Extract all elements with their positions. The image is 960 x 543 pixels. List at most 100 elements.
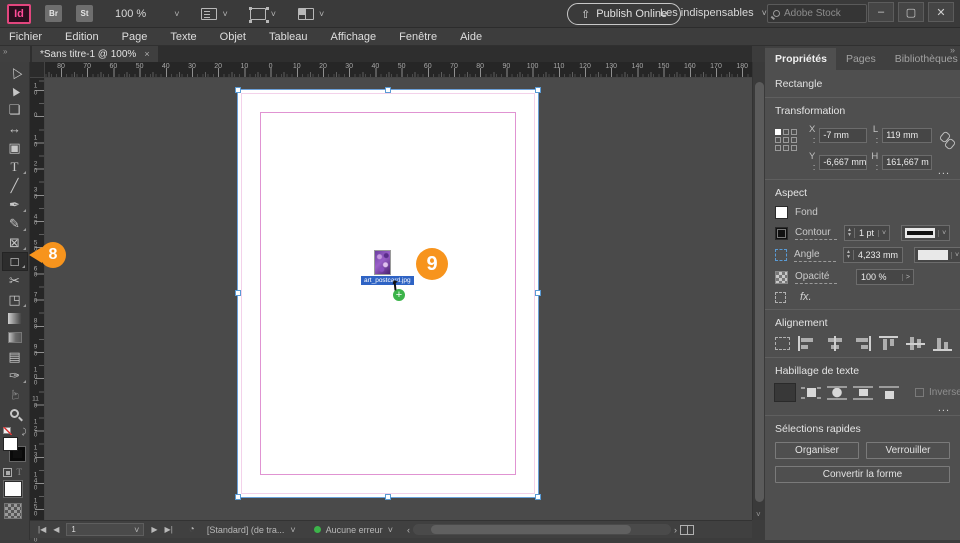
- wrap-jump-column-icon[interactable]: [879, 384, 899, 401]
- selection-handle[interactable]: [235, 87, 241, 93]
- wrap-bounding-box-icon[interactable]: [801, 384, 821, 401]
- panel-collapse-icon[interactable]: »: [950, 45, 955, 55]
- convertir-la-forme-button[interactable]: Convertir la forme: [775, 466, 950, 483]
- proxy-cell[interactable]: [775, 129, 781, 135]
- document-tab[interactable]: *Sans titre-1 @ 100% ×: [32, 46, 158, 62]
- proxy-cell[interactable]: [791, 145, 797, 151]
- pasteboard[interactable]: art_postcard.jpg + 9: [45, 78, 752, 520]
- proxy-cell[interactable]: [791, 137, 797, 143]
- selection-handle[interactable]: [235, 290, 241, 296]
- hand-tool-icon[interactable]: ☞: [2, 385, 28, 404]
- stroke-style-dropdown[interactable]: ˅: [901, 225, 951, 241]
- selection-area-icon[interactable]: [775, 337, 790, 350]
- adobe-stock-search[interactable]: Adobe Stock: [767, 4, 867, 23]
- scroll-down-icon[interactable]: ˅: [756, 510, 761, 519]
- menu-objet[interactable]: Objet: [220, 31, 246, 43]
- inverser-checkbox[interactable]: Inverser: [915, 387, 960, 398]
- selection-handle[interactable]: [385, 494, 391, 500]
- frame-edges-dropdown[interactable]: ˅: [248, 6, 276, 20]
- horizontal-scrollbar-track[interactable]: [412, 524, 671, 535]
- zoom-level-dropdown[interactable]: 100 % ˅: [115, 8, 179, 20]
- free-transform-tool-icon[interactable]: ◳: [2, 290, 28, 309]
- eyedropper-tool-icon[interactable]: ✑: [2, 366, 28, 385]
- workspace-switcher[interactable]: Les indispensables ˅: [660, 7, 767, 19]
- page-tool-icon[interactable]: ❏: [2, 100, 28, 119]
- verrouiller-button[interactable]: Verrouiller: [866, 442, 950, 459]
- preflight-profile-dropdown[interactable]: [Standard] (de tra... ˅: [207, 525, 296, 535]
- proxy-cell[interactable]: [775, 145, 781, 151]
- panel-tab-pages[interactable]: Pages: [836, 48, 885, 70]
- stroke-color-swatch[interactable]: [775, 226, 788, 240]
- stepper-arrows-icon[interactable]: ▲ ▼: [844, 250, 854, 260]
- reference-point-proxy[interactable]: [775, 129, 797, 173]
- align-center-vertical-icon[interactable]: [906, 336, 925, 351]
- preflight-icon[interactable]: ◔: [189, 524, 195, 535]
- menu-affichage[interactable]: Affichage: [331, 31, 377, 43]
- wrap-object-shape-icon[interactable]: [827, 384, 847, 401]
- apply-color-button[interactable]: [2, 480, 23, 498]
- previous-page-button[interactable]: ◀: [53, 525, 59, 534]
- toolbar-collapse-icon[interactable]: »: [0, 46, 30, 62]
- menu-fichier[interactable]: Fichier: [9, 31, 42, 43]
- wrap-jump-object-icon[interactable]: [853, 384, 873, 401]
- bridge-button[interactable]: Br: [45, 5, 62, 22]
- document-page[interactable]: [237, 89, 539, 498]
- transformation-more-options[interactable]: ...: [938, 165, 950, 177]
- formatting-affects-container-icon[interactable]: [2, 467, 12, 477]
- maximize-button[interactable]: ▢: [898, 2, 924, 22]
- menu-texte[interactable]: Texte: [170, 31, 196, 43]
- align-bottom-icon[interactable]: [933, 336, 952, 351]
- gap-tool-icon[interactable]: ↔: [2, 119, 28, 138]
- stroke-weight-stepper[interactable]: ▲ ▼ 1 pt ˅: [844, 225, 891, 241]
- swap-fill-stroke-icon[interactable]: ⤸: [22, 427, 27, 437]
- opacity-field[interactable]: 100 % >: [856, 269, 914, 285]
- ruler-origin-corner[interactable]: [30, 62, 45, 78]
- selection-handle[interactable]: [385, 87, 391, 93]
- chevron-down-icon[interactable]: ˅: [877, 229, 889, 237]
- menu-tableau[interactable]: Tableau: [269, 31, 308, 43]
- fill-swatch[interactable]: [2, 437, 18, 451]
- proxy-cell[interactable]: [783, 129, 789, 135]
- organiser-button[interactable]: Organiser: [775, 442, 859, 459]
- scroll-left-icon[interactable]: ‹: [407, 525, 410, 535]
- type-tool-icon[interactable]: T: [2, 157, 28, 176]
- note-tool-icon[interactable]: ▤: [2, 347, 28, 366]
- selection-handle[interactable]: [535, 290, 541, 296]
- effects-fx-icon[interactable]: fx.: [800, 291, 812, 303]
- gradient-feather-tool-icon[interactable]: [2, 328, 28, 347]
- default-swatches-icon[interactable]: [2, 427, 12, 435]
- error-status[interactable]: Aucune erreur ˅: [313, 525, 393, 535]
- corner-radius-stepper[interactable]: ▲ ▼ 4,233 mm: [843, 247, 903, 263]
- proxy-cell[interactable]: [783, 145, 789, 151]
- width-field[interactable]: 119 mm: [882, 127, 933, 143]
- selection-handle[interactable]: [535, 87, 541, 93]
- horizontal-scrollbar-thumb[interactable]: [430, 525, 631, 534]
- align-left-icon[interactable]: [798, 336, 817, 351]
- next-page-button[interactable]: ▶: [151, 525, 157, 534]
- vertical-scrollbar-thumb[interactable]: [755, 82, 764, 502]
- vertical-scrollbar[interactable]: ˅: [752, 62, 765, 520]
- align-top-icon[interactable]: [879, 336, 898, 351]
- align-center-horizontal-icon[interactable]: [825, 336, 844, 351]
- placed-image-thumbnail[interactable]: [374, 250, 391, 275]
- first-page-button[interactable]: |◀: [38, 525, 46, 534]
- menu-aide[interactable]: Aide: [460, 31, 482, 43]
- view-options-dropdown[interactable]: ˅: [201, 7, 228, 20]
- stroke-link[interactable]: Contour: [795, 227, 837, 240]
- panel-tab-bibliothques[interactable]: Bibliothèques: [885, 48, 960, 70]
- opacity-expand-icon[interactable]: >: [901, 273, 913, 281]
- corner-style-dropdown[interactable]: ˅: [913, 247, 960, 263]
- apply-gradient-button[interactable]: [3, 503, 22, 519]
- menu-edition[interactable]: Edition: [65, 31, 99, 43]
- wrap-none-icon[interactable]: [774, 383, 796, 402]
- scroll-right-icon[interactable]: ›: [674, 525, 677, 535]
- height-field[interactable]: 161,667 m: [882, 154, 933, 170]
- rectangle-tool-icon[interactable]: □: [1, 252, 28, 271]
- zoom-tool-icon[interactable]: [2, 404, 28, 423]
- line-tool-icon[interactable]: ╱: [2, 176, 28, 195]
- close-tab-icon[interactable]: ×: [144, 49, 149, 59]
- selection-tool-icon[interactable]: △: [2, 62, 28, 81]
- proxy-cell[interactable]: [775, 137, 781, 143]
- frame-tool-icon[interactable]: ⊠: [2, 233, 28, 252]
- content-collector-tool-icon[interactable]: ▣: [2, 138, 28, 157]
